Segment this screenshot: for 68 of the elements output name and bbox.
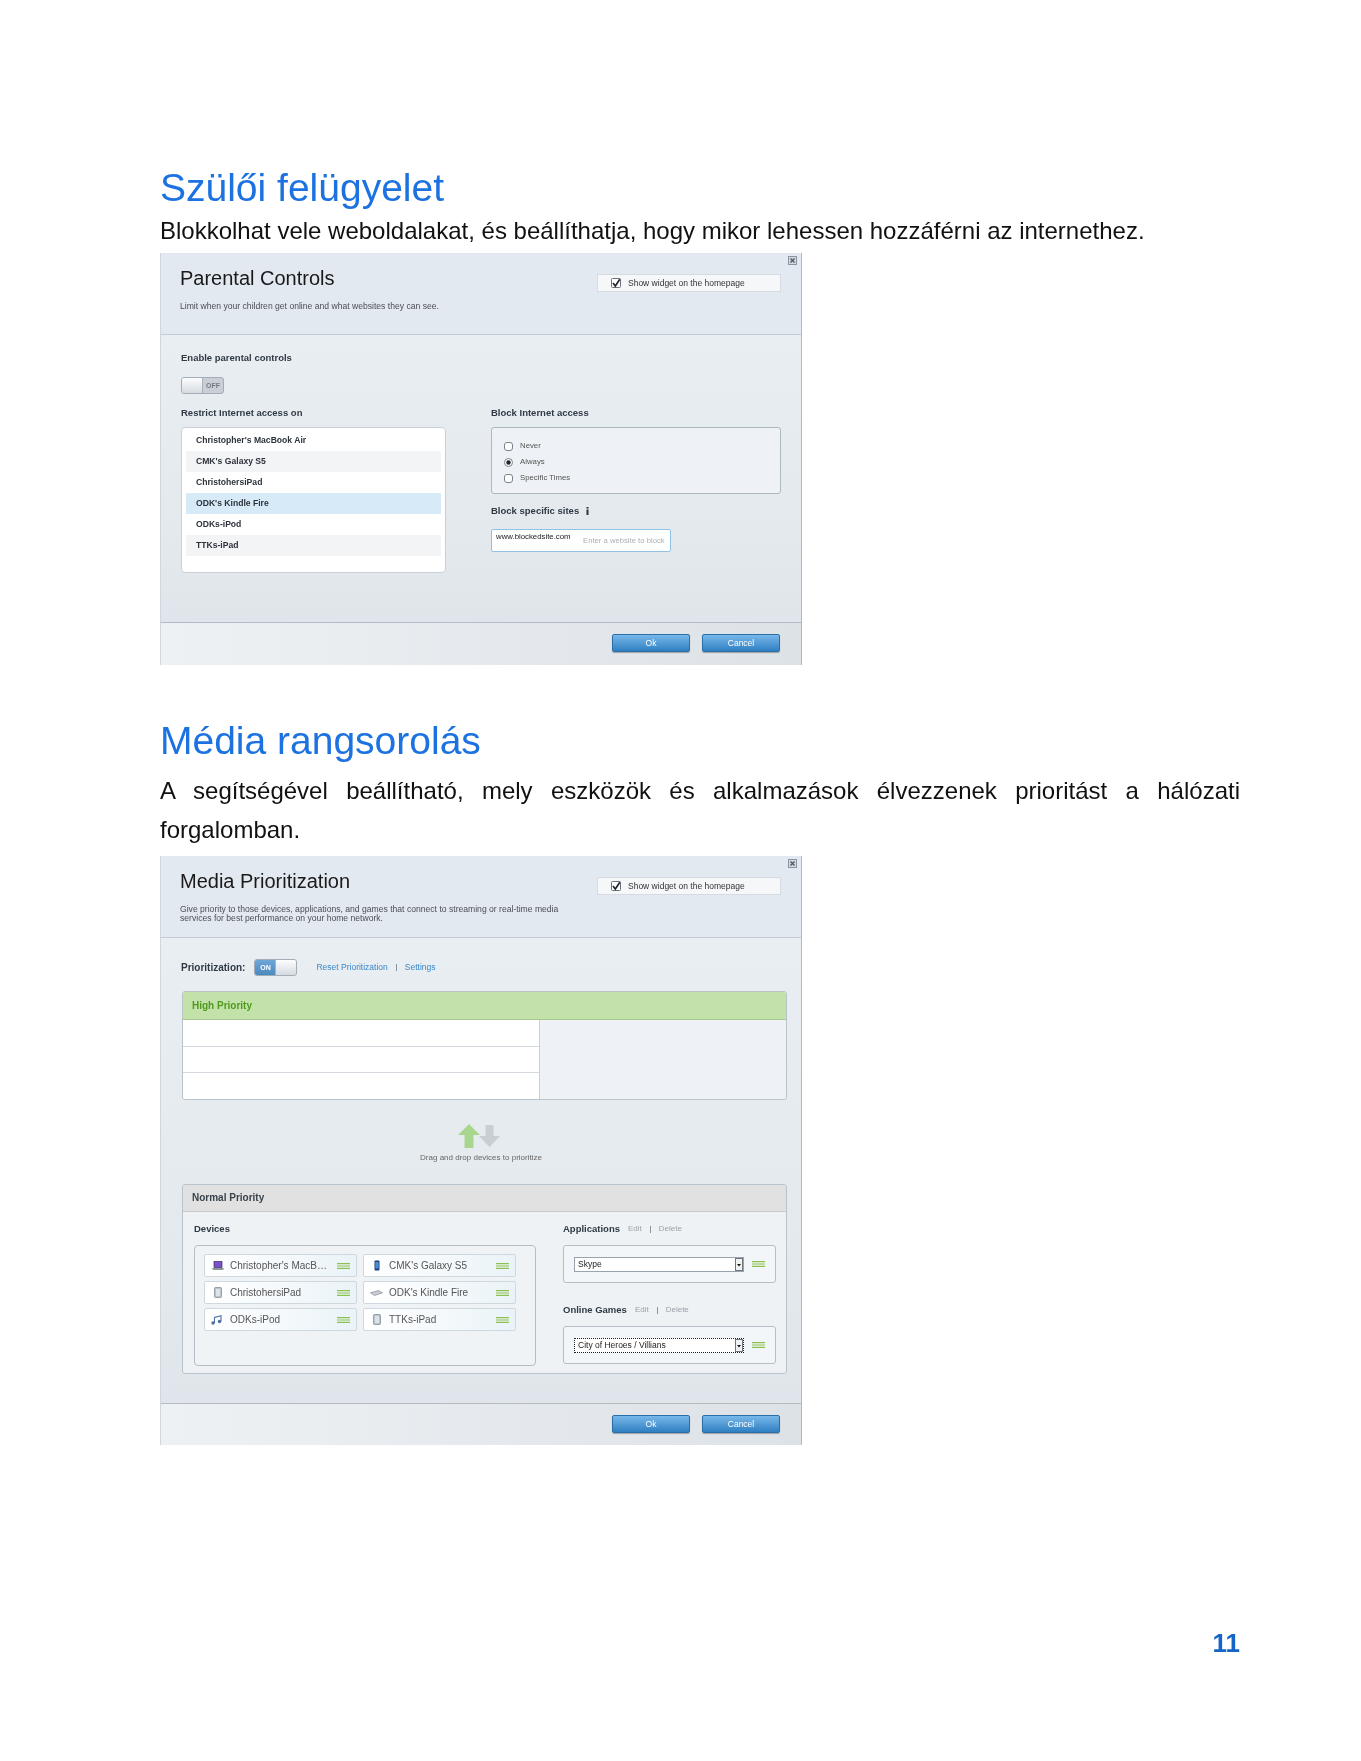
drag-handle-icon[interactable] [752,1261,765,1267]
radio-button[interactable] [504,473,513,483]
device-name: ODKs-iPod [230,1313,281,1327]
device-name: CMK's Galaxy S5 [389,1259,469,1273]
priority-header: Normal Priority [183,1185,786,1212]
dialog-title: Parental Controls [180,267,336,290]
section-label: Restrict Internet access on [181,407,304,419]
section-label: Devices [194,1223,231,1235]
section-text: A segítségével beállítható, mely eszközök és alkalmazások élvezzenek prioritást a hálózati forgalomban. [160,776,1240,845]
dropdown[interactable]: Skype [574,1256,744,1272]
drag-handle-icon[interactable] [496,1262,509,1269]
checkbox-icon[interactable] [611,278,621,288]
dialog-title: Media Prioritization [180,870,352,893]
device-name: TTKs-iPad [389,1313,438,1327]
device-tile[interactable]: ODK's Kindle Fire [363,1281,516,1304]
section-label: Block specific sites [491,505,580,517]
device-list-item[interactable]: TTKs-iPad [186,535,441,556]
device-name: Christopher's MacB… [230,1259,328,1273]
section-label: Prioritization: [181,961,246,975]
section-heading: Média rangsorolás [160,719,482,763]
drag-handle-icon[interactable] [337,1316,350,1323]
drag-handle-icon[interactable] [337,1262,350,1269]
dialog-subtitle: Give priority to those devices, applications, and games that connect to streaming or real-time media services for best performance on your home network. [180,905,560,923]
caret-icon[interactable] [735,1338,743,1352]
drag-handle-icon[interactable] [752,1342,765,1348]
checkbox-label: Show widget on the homepage [628,879,745,893]
laptop-icon [211,1261,224,1270]
section-text: Blokkolhat vele weboldalakat, és beállíthatja, hogy mikor lehessen hozzáférni az internethez. [160,216,1146,246]
device-list-item[interactable]: ODK's Kindle Fire [186,493,441,514]
checkbox-icon[interactable] [611,881,621,891]
close-icon[interactable] [788,859,797,868]
section-label: Online Games [563,1304,627,1316]
ereader-icon [370,1289,383,1296]
device-tile[interactable]: CMK's Galaxy S5 [363,1254,516,1277]
drag-handle-icon[interactable] [496,1289,509,1296]
hint-text: Drag and drop devices to prioritize [420,1153,542,1163]
caret-icon[interactable] [735,1257,743,1271]
device-name: ODK's Kindle Fire [389,1286,470,1300]
phone-icon [373,1260,380,1271]
drag-handle-icon[interactable] [496,1316,509,1323]
device-tile[interactable]: Christopher's MacB… [204,1254,357,1277]
info-icon[interactable] [586,507,590,515]
device-list-item[interactable]: CMK's Galaxy S5 [186,451,441,472]
close-icon[interactable] [788,256,797,265]
radio-button[interactable] [504,457,513,467]
device-tile[interactable]: ODKs-iPod [204,1308,357,1331]
device-list-item[interactable]: ChristohersiPad [186,472,441,493]
page-number: 11 [1211,1628,1240,1658]
dropdown[interactable]: City of Heroes / Villians [574,1337,744,1353]
text-link[interactable]: Reset Prioritization [316,961,388,974]
text-link[interactable]: Settings [404,961,436,974]
section-label: Block Internet access [491,407,590,419]
priority-header: High Priority [183,992,786,1020]
drag-handle-icon[interactable] [337,1289,350,1296]
device-tile[interactable]: ChristohersiPad [204,1281,357,1304]
section-label: Enable parental controls [181,352,293,364]
dialog-subtitle: Limit when your children get online and what websites they can see. [180,302,439,311]
device-list-item[interactable]: Christopher's MacBook Air [186,430,441,451]
tablet-icon [213,1287,222,1298]
music-note-icon [211,1314,224,1325]
tablet-icon [372,1314,381,1325]
section-label: Applications [563,1223,620,1235]
section-heading: Szülői felügyelet [160,166,445,210]
device-name: ChristohersiPad [230,1286,303,1300]
radio-button[interactable] [504,441,513,451]
checkbox-label: Show widget on the homepage [628,276,745,290]
device-tile[interactable]: TTKs-iPad [363,1308,516,1331]
device-list-item[interactable]: ODKs-iPod [186,514,441,535]
